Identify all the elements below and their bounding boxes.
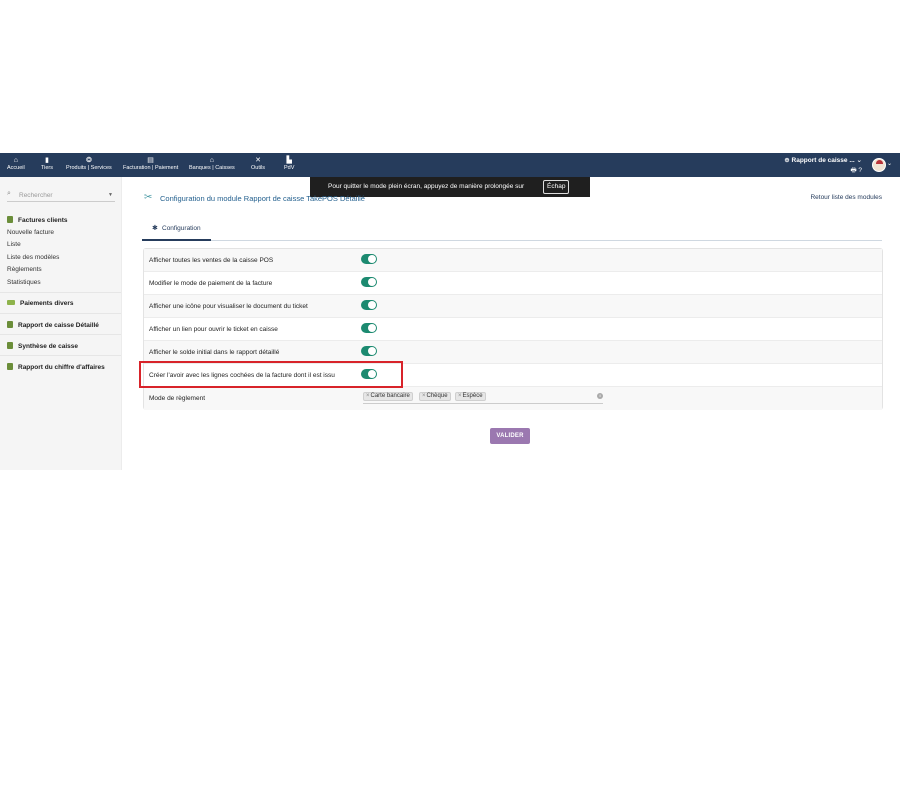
sidebar-divider (0, 334, 121, 335)
setting-row-payment-mode: Mode de règlement ×Carte bancaire ×Chèqu… (144, 387, 882, 410)
payment-chip[interactable]: ×Carte bancaire (363, 392, 413, 401)
nav-item-outils[interactable]: ✕ Outils (251, 156, 265, 172)
sidebar-item-paiements-divers[interactable]: Paiements divers (7, 300, 73, 307)
print-help-icons[interactable]: 🖶 ? (850, 166, 862, 177)
sidebar-item-reglements[interactable]: Règlements (7, 266, 42, 273)
remove-icon[interactable]: × (458, 393, 462, 399)
chip-label: Chèque (426, 393, 448, 399)
remove-icon[interactable]: × (422, 393, 426, 399)
setting-row-edit-payment-mode: Modifier le mode de paiement de la factu… (144, 272, 882, 295)
toggle-switch[interactable] (361, 254, 377, 264)
sidebar-item-nouvelle-facture[interactable]: Nouvelle facture (7, 229, 54, 236)
tools-icon: ✂ (144, 192, 153, 203)
payment-chip[interactable]: ×Chèque (419, 392, 451, 401)
invoice-icon (7, 363, 13, 370)
setting-row-show-all-pos-sales: Afficher toutes les ventes de la caisse … (144, 249, 882, 272)
nav-item-banques-caisses[interactable]: ⌂ Banques | Caisses (189, 156, 235, 172)
tab-label: Configuration (162, 225, 201, 232)
top-navigation-bar: ⌂ Accueil ▮ Tiers ❂ Produits | Services … (0, 153, 900, 177)
setting-label: Afficher le solde initial dans le rappor… (149, 349, 280, 356)
setting-row-show-ticket-link: Afficher un lien pour ouvrir le ticket e… (144, 318, 882, 341)
back-to-modules-link[interactable]: Retour liste des modules (810, 194, 882, 201)
payment-chip[interactable]: ×Espèce (455, 392, 486, 401)
search-placeholder: Rechercher (19, 192, 53, 199)
nav-label: Outils (251, 165, 266, 171)
toggle-switch[interactable] (361, 346, 377, 356)
left-sidebar: ⌕ Rechercher ▼ Factures clients Nouvelle… (0, 177, 122, 470)
home-icon: ⌂ (13, 157, 18, 164)
money-icon (7, 300, 15, 305)
sidebar-item-label: Rapport du chiffre d'affaires (18, 364, 105, 371)
nav-label: PdV (284, 165, 295, 171)
nav-item-accueil[interactable]: ⌂ Accueil (7, 156, 25, 172)
nav-label: Tiers (41, 165, 54, 171)
setting-row-show-ticket-icon: Afficher une icône pour visualiser le do… (144, 295, 882, 318)
cube-icon: ❂ (85, 157, 92, 164)
avatar[interactable] (872, 158, 886, 172)
sidebar-divider (0, 355, 121, 356)
nav-label: Accueil (7, 165, 25, 171)
invoice-icon (7, 321, 13, 328)
dropdown-caret-icon: ▼ (108, 192, 113, 198)
wrench-icon: ✕ (255, 157, 261, 164)
nav-item-tiers[interactable]: ▮ Tiers (41, 156, 53, 172)
search-icon: ⌕ (7, 190, 11, 197)
nav-item-produits-services[interactable]: ❂ Produits | Services (66, 156, 112, 172)
building-icon: ▮ (45, 157, 49, 164)
toggle-switch[interactable] (361, 300, 377, 310)
gear-icon: ✱ (152, 225, 158, 232)
chip-label: Espèce (462, 393, 483, 399)
escape-key-badge: Échap (543, 180, 570, 194)
sidebar-item-statistiques[interactable]: Statistiques (7, 279, 41, 286)
sidebar-divider (0, 313, 121, 314)
remove-icon[interactable]: × (366, 393, 370, 399)
payment-mode-multiselect[interactable]: ×Carte bancaire ×Chèque ×Espèce (363, 392, 603, 404)
module-switcher[interactable]: ⊕ Rapport de caisse ... ⌄ (784, 156, 862, 164)
sidebar-item-factures-clients[interactable]: Factures clients (7, 216, 68, 224)
invoice-icon (7, 216, 13, 223)
sidebar-item-liste-modeles[interactable]: Liste des modèles (7, 254, 59, 261)
chip-label: Carte bancaire (370, 393, 410, 399)
sidebar-item-rapport-chiffre-affaires[interactable]: Rapport du chiffre d'affaires (7, 363, 105, 371)
info-icon[interactable]: i (597, 393, 603, 399)
sidebar-item-label: Factures clients (18, 217, 68, 224)
sidebar-item-liste[interactable]: Liste (7, 241, 21, 248)
sidebar-item-synthese-caisse[interactable]: Synthèse de caisse (7, 342, 78, 350)
nav-item-pdv[interactable]: ▙ PdV (284, 156, 294, 172)
setting-label: Mode de règlement (149, 395, 206, 402)
nav-label: Produits | Services (66, 165, 112, 171)
toggle-switch[interactable] (361, 323, 377, 333)
nav-label: Banques | Caisses (189, 165, 235, 171)
sidebar-item-rapport-caisse-detaille[interactable]: Rapport de caisse Détaillé (7, 321, 99, 329)
validate-button[interactable]: VALIDER (490, 428, 530, 444)
nav-item-facturation-paiement[interactable]: ▤ Facturation | Paiement (123, 156, 178, 172)
invoice-icon (7, 342, 13, 349)
sidebar-item-label: Rapport de caisse Détaillé (18, 322, 99, 329)
sidebar-item-label: Paiements divers (20, 300, 74, 307)
file-invoice-icon: ▤ (147, 157, 154, 164)
fullscreen-message: Pour quitter le mode plein écran, appuye… (328, 183, 525, 190)
setting-label: Afficher une icône pour visualiser le do… (149, 303, 308, 310)
highlight-box (139, 361, 403, 388)
bank-icon: ⌂ (209, 157, 214, 164)
page-title-text: Configuration du module Rapport de caiss… (160, 194, 365, 203)
toggle-switch[interactable] (361, 277, 377, 287)
cash-register-icon: ▙ (286, 157, 292, 164)
nav-label: Facturation | Paiement (123, 165, 179, 171)
chevron-down-icon[interactable]: ⌄ (887, 160, 892, 167)
tab-bar: ✱ Configuration (142, 220, 882, 241)
setting-label: Afficher un lien pour ouvrir le ticket e… (149, 326, 278, 333)
sidebar-item-label: Synthèse de caisse (18, 343, 78, 350)
sidebar-search[interactable]: ⌕ Rechercher ▼ (7, 190, 115, 202)
sidebar-divider (0, 292, 121, 293)
setting-label: Afficher toutes les ventes de la caisse … (149, 257, 274, 264)
tab-configuration[interactable]: ✱ Configuration (142, 220, 211, 241)
setting-label: Modifier le mode de paiement de la factu… (149, 280, 273, 287)
